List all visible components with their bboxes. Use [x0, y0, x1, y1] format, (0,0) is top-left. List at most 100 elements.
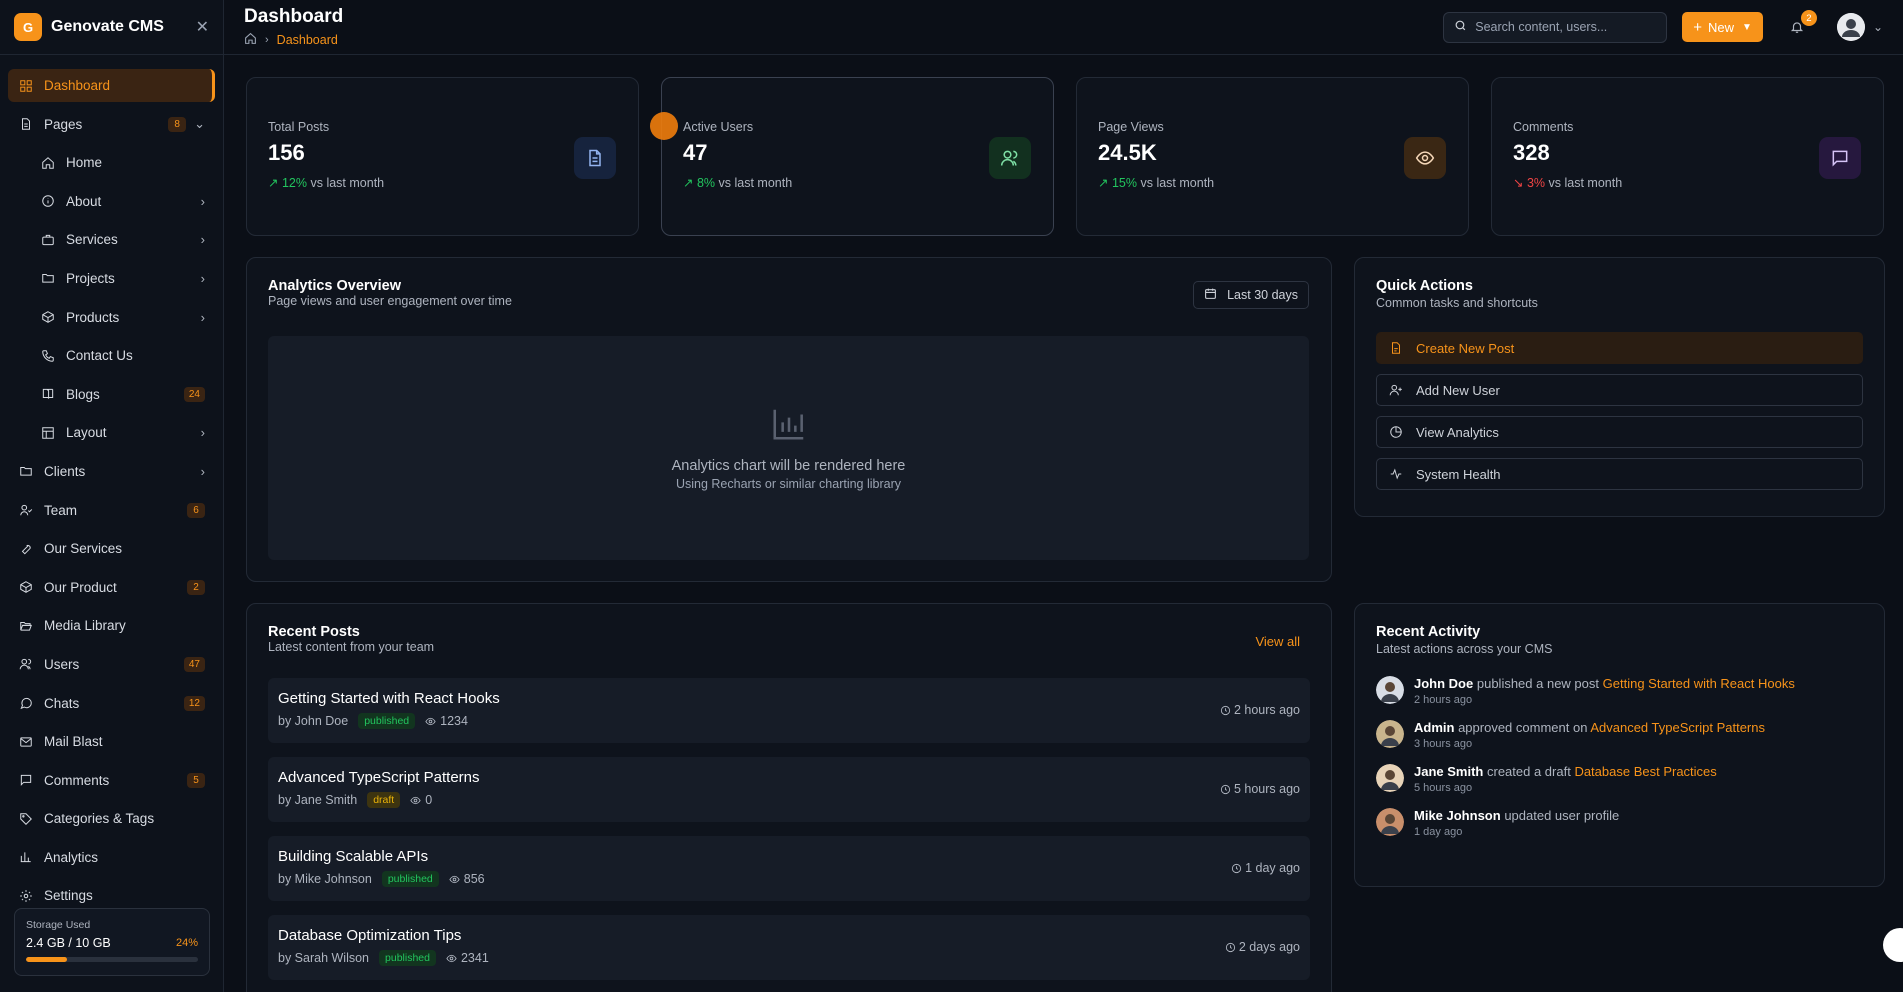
post-row[interactable]: Building Scalable APIs by Mike Johnson p… [268, 836, 1310, 901]
sidebar-item-label: Our Services [44, 541, 123, 557]
sidebar-item-blogs[interactable]: Blogs 24 [8, 378, 215, 411]
system-health-button[interactable]: System Health [1376, 458, 1863, 490]
sidebar-item-label: Media Library [44, 618, 126, 634]
activity-user[interactable]: Admin [1414, 720, 1454, 735]
stat-value: 156 [268, 140, 305, 165]
file-plus-icon [1389, 341, 1416, 355]
sidebar-item-users[interactable]: Users 47 [8, 648, 215, 681]
post-title[interactable]: Advanced TypeScript Patterns [278, 769, 1300, 786]
sidebar-item-pages[interactable]: Pages 8 ⌄ [8, 108, 215, 141]
sidebar-item-team[interactable]: Team 6 [8, 494, 215, 527]
trend-text: vs last month [718, 176, 793, 190]
sidebar-item-home[interactable]: Home [8, 146, 215, 179]
avatar[interactable] [1376, 676, 1404, 704]
stat-value: 328 [1513, 140, 1550, 165]
avatar[interactable] [1376, 808, 1404, 836]
quick-actions-subtitle: Common tasks and shortcuts [1376, 296, 1538, 310]
post-time: 2 hours ago [1233, 703, 1300, 717]
trend-up-icon: ↗ [1098, 176, 1109, 190]
post-title[interactable]: Building Scalable APIs [278, 848, 1300, 865]
activity-action: created a draft [1486, 764, 1571, 779]
brand-name: Genovate CMS [51, 18, 164, 35]
stat-card-comments[interactable]: Comments 328 ↘ 3% vs last month [1491, 77, 1884, 236]
view-analytics-button[interactable]: View Analytics [1376, 416, 1863, 448]
sidebar-item-our-services[interactable]: Our Services [8, 532, 215, 565]
sidebar-item-label: Categories & Tags [44, 811, 155, 827]
sidebar-item-label: Pages [44, 116, 83, 132]
date-range-selector[interactable]: Last 30 days [1193, 281, 1309, 309]
analytics-title: Analytics Overview [268, 278, 401, 294]
post-row[interactable]: Database Optimization Tips by Sarah Wils… [268, 915, 1310, 980]
chevron-right-icon[interactable]: › [201, 232, 205, 247]
chevron-right-icon[interactable]: › [201, 194, 205, 209]
chevron-right-icon[interactable]: › [201, 464, 205, 479]
avatar[interactable] [1376, 764, 1404, 792]
chevron-right-icon[interactable]: › [201, 310, 205, 325]
sidebar-item-label: Users [44, 656, 80, 672]
pie-chart-icon [1389, 425, 1416, 439]
post-row[interactable]: Getting Started with React Hooks by John… [268, 678, 1310, 743]
floating-assistant-button[interactable] [1883, 928, 1903, 962]
activity-target-link[interactable]: Advanced TypeScript Patterns [1590, 720, 1765, 735]
sidebar-item-label: Dashboard [44, 78, 111, 93]
chevron-down-icon: ▼ [1742, 21, 1752, 33]
cursor-indicator [650, 112, 678, 140]
sidebar-item-layout[interactable]: Layout › [8, 416, 215, 449]
chevron-right-icon[interactable]: › [201, 271, 205, 286]
brand-logo[interactable]: G [14, 13, 42, 41]
status-badge: draft [367, 792, 401, 808]
post-title[interactable]: Database Optimization Tips [278, 927, 1300, 944]
create-new-post-button[interactable]: Create New Post [1376, 332, 1863, 364]
view-all-link[interactable]: View all [1255, 634, 1300, 649]
activity-user[interactable]: John Doe [1414, 676, 1473, 691]
sidebar-item-products[interactable]: Products › [8, 301, 215, 334]
stat-card-active-users[interactable]: Active Users 47 ↗ 8% vs last month [650, 77, 1054, 236]
new-button[interactable]: + New ▼ [1682, 12, 1763, 42]
user-plus-icon [1389, 383, 1416, 397]
sidebar-item-chats[interactable]: Chats 12 [8, 687, 215, 720]
close-sidebar-icon[interactable]: ✕ [196, 17, 209, 37]
search-box[interactable] [1443, 11, 1668, 43]
avatar[interactable] [1376, 720, 1404, 748]
sidebar-item-our-product[interactable]: Our Product 2 [8, 571, 215, 604]
search-input[interactable] [1475, 20, 1646, 34]
sidebar-item-clients[interactable]: Clients › [8, 455, 215, 488]
sidebar-item-dashboard[interactable]: Dashboard [8, 69, 215, 102]
activity-action: updated user profile [1504, 808, 1620, 823]
chevron-down-icon[interactable]: ⌄ [194, 116, 205, 132]
post-row[interactable]: Advanced TypeScript Patterns by Jane Smi… [268, 757, 1310, 822]
sidebar-item-contact-us[interactable]: Contact Us [8, 339, 215, 372]
activity-user[interactable]: Mike Johnson [1414, 808, 1501, 823]
sidebar-item-projects[interactable]: Projects › [8, 262, 215, 295]
sidebar-item-analytics[interactable]: Analytics [8, 841, 215, 874]
activity-target-link[interactable]: Database Best Practices [1574, 764, 1716, 779]
stat-card-total-posts[interactable]: Total Posts 156 ↗ 12% vs last month [246, 77, 639, 236]
activity-user[interactable]: Jane Smith [1414, 764, 1483, 779]
sidebar-item-services[interactable]: Services › [8, 223, 215, 256]
breadcrumb-current[interactable]: Dashboard [277, 33, 338, 47]
trend-percent: 12% [281, 176, 307, 190]
notifications-bell-icon[interactable]: 2 [1787, 10, 1817, 37]
sidebar-item-about[interactable]: About › [8, 185, 215, 218]
chevron-right-icon[interactable]: › [201, 425, 205, 440]
sidebar-item-categories-tags[interactable]: Categories & Tags [8, 802, 215, 835]
stat-value: 24.5K [1098, 140, 1157, 165]
activity-target-link[interactable]: Getting Started with React Hooks [1603, 676, 1795, 691]
sidebar-item-mail-blast[interactable]: Mail Blast [8, 725, 215, 758]
sidebar-item-comments[interactable]: Comments 5 [8, 764, 215, 797]
sidebar-item-media-library[interactable]: Media Library [8, 609, 215, 642]
phone-icon [40, 348, 56, 364]
stat-card-page-views[interactable]: Page Views 24.5K ↗ 15% vs last month [1076, 77, 1469, 236]
post-author: by Mike Johnson [278, 872, 372, 886]
user-menu-chevron-icon[interactable]: ⌄ [1873, 20, 1883, 34]
user-avatar[interactable] [1836, 13, 1865, 41]
add-new-user-button[interactable]: Add New User [1376, 374, 1863, 406]
activity-time: 2 hours ago [1414, 694, 1473, 706]
stat-label: Active Users [683, 120, 754, 134]
sidebar-item-label: Settings [44, 888, 93, 904]
post-title[interactable]: Getting Started with React Hooks [278, 690, 1300, 707]
activity-item: John Doe published a new post Getting St… [1376, 676, 1863, 706]
quick-actions-title: Quick Actions [1376, 278, 1473, 294]
gear-icon [18, 888, 34, 904]
home-icon[interactable] [244, 32, 257, 48]
